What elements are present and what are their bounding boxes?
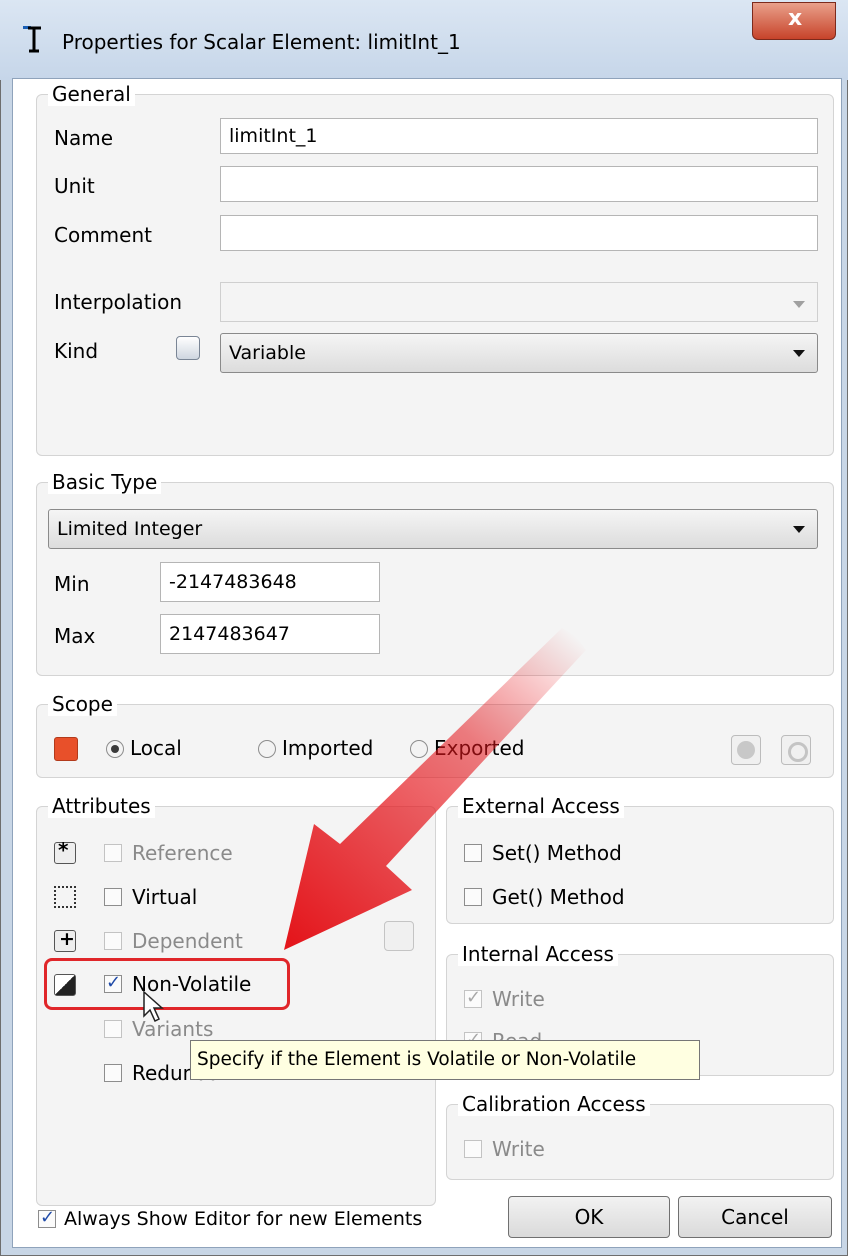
tooltip: Specify if the Element is Volatile or No… [190, 1040, 700, 1080]
cancel-button[interactable]: Cancel [678, 1196, 832, 1238]
always-show-label: Always Show Editor for new Elements [64, 1208, 423, 1230]
always-show-checkbox[interactable]: ✓ [38, 1207, 56, 1228]
tooltip-text: Specify if the Element is Volatile or No… [197, 1049, 637, 1070]
ok-button[interactable]: OK [508, 1196, 670, 1238]
mouse-cursor-icon [143, 990, 164, 1023]
